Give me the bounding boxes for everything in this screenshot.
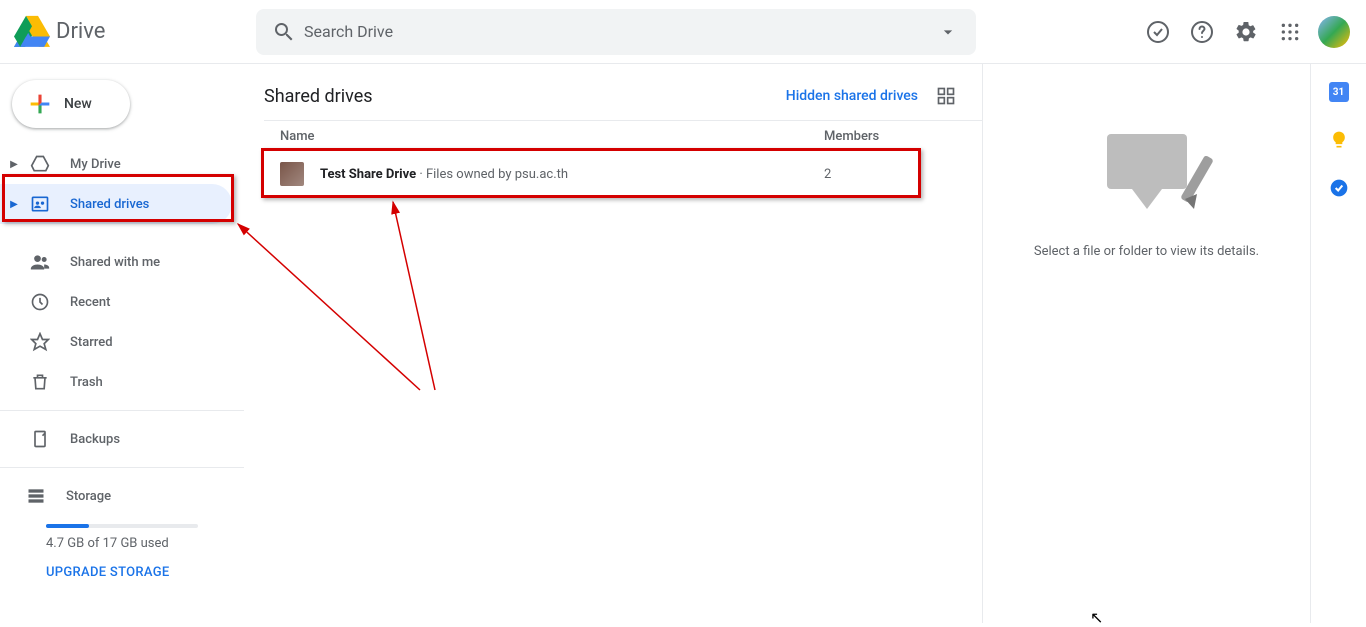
nav-label: Recent: [70, 295, 110, 310]
nav-label: Starred: [70, 335, 113, 350]
logo[interactable]: Drive: [12, 12, 256, 52]
grid-view-toggle-icon[interactable]: [934, 84, 958, 108]
keep-addon-icon[interactable]: [1329, 130, 1349, 150]
trash-icon: [28, 370, 52, 394]
calendar-addon-icon[interactable]: 31: [1329, 82, 1349, 102]
nav-starred[interactable]: Starred: [0, 322, 232, 362]
nav-shared-with-me[interactable]: Shared with me: [0, 242, 232, 282]
nav-label: My Drive: [70, 157, 121, 172]
apps-grid-icon[interactable]: [1270, 12, 1310, 52]
details-panel: Select a file or folder to view its deta…: [982, 64, 1310, 623]
nav-label: Shared drives: [70, 197, 149, 212]
nav-backups[interactable]: Backups: [0, 419, 232, 459]
backups-icon: [28, 427, 52, 451]
nav-label: Backups: [70, 432, 120, 447]
expand-icon[interactable]: ▶: [8, 159, 20, 170]
people-icon: [28, 250, 52, 274]
help-icon[interactable]: [1182, 12, 1222, 52]
nav-shared-drives[interactable]: ▶ Shared drives: [0, 184, 232, 224]
settings-icon[interactable]: [1226, 12, 1266, 52]
account-avatar[interactable]: [1318, 16, 1350, 48]
col-members[interactable]: Members: [824, 129, 879, 144]
star-icon: [28, 330, 52, 354]
col-name[interactable]: Name: [264, 129, 824, 144]
nav-recent[interactable]: Recent: [0, 282, 232, 322]
app-header: Drive: [0, 0, 1366, 64]
new-button-label: New: [64, 96, 92, 112]
storage-heading: Storage: [66, 489, 111, 504]
app-name: Drive: [56, 19, 105, 44]
nav-my-drive[interactable]: ▶ My Drive: [0, 144, 232, 184]
tasks-addon-icon[interactable]: [1329, 178, 1349, 198]
new-button[interactable]: New: [12, 80, 130, 128]
details-empty-icon: [1087, 124, 1207, 204]
header-actions: [1138, 12, 1358, 52]
sidebar: New ▶ My Drive ▶ Shared drives Shared wi…: [0, 64, 244, 623]
nav-storage[interactable]: Storage: [0, 476, 244, 516]
nav-label: Trash: [70, 375, 103, 390]
hidden-shared-drives-link[interactable]: Hidden shared drives: [786, 88, 918, 104]
offline-ready-icon[interactable]: [1138, 12, 1178, 52]
drive-name-cell: Test Share Drive · Files owned by psu.ac…: [320, 167, 824, 182]
storage-progress: [46, 524, 198, 528]
upgrade-storage-link[interactable]: UPGRADE STORAGE: [46, 565, 244, 580]
main-content: Shared drives Hidden shared drives Name …: [244, 64, 982, 623]
my-drive-icon: [28, 152, 52, 176]
drive-logo-icon: [12, 12, 52, 52]
search-options-dropdown-icon[interactable]: [928, 12, 968, 52]
shared-drives-icon: [28, 192, 52, 216]
drive-members-cell: 2: [824, 167, 831, 182]
details-empty-text: Select a file or folder to view its deta…: [1007, 244, 1286, 259]
storage-used-text: 4.7 GB of 17 GB used: [46, 536, 244, 551]
plus-icon: [24, 88, 56, 120]
search-input[interactable]: [304, 22, 928, 41]
storage-icon: [24, 484, 48, 508]
column-headers: Name Members: [264, 121, 982, 150]
nav-trash[interactable]: Trash: [0, 362, 232, 402]
clock-icon: [28, 290, 52, 314]
shared-drive-row[interactable]: Test Share Drive · Files owned by psu.ac…: [264, 150, 982, 198]
nav-label: Shared with me: [70, 255, 160, 270]
search-bar[interactable]: [256, 9, 976, 55]
drive-thumbnail-icon: [280, 162, 304, 186]
expand-icon[interactable]: ▶: [8, 199, 20, 210]
addon-side-panel: 31: [1310, 64, 1366, 623]
page-title: Shared drives: [264, 86, 373, 107]
search-icon[interactable]: [264, 12, 304, 52]
